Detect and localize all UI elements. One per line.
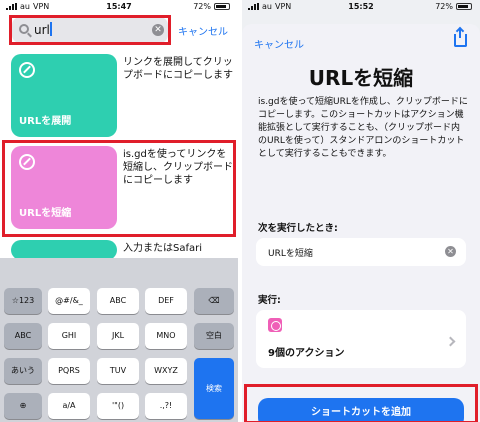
when-run-value: URLを短縮 bbox=[268, 249, 313, 259]
space-key[interactable]: 空白 bbox=[194, 323, 234, 349]
key-kana[interactable]: あいう bbox=[4, 358, 42, 384]
when-run-field[interactable]: URLを短縮 ✕ bbox=[256, 238, 466, 266]
compass-icon bbox=[19, 62, 35, 78]
run-label: 実行: bbox=[258, 295, 281, 306]
compass-icon bbox=[268, 318, 282, 332]
key-tuv[interactable]: TUV bbox=[97, 358, 139, 384]
page-title: URLを短縮 bbox=[308, 66, 414, 90]
backspace-key[interactable]: ⌫ bbox=[194, 288, 234, 314]
cancel-button[interactable]: キャンセル bbox=[254, 36, 304, 51]
highlight-box bbox=[244, 384, 478, 422]
share-icon[interactable] bbox=[454, 28, 467, 47]
battery-indicator: 72% bbox=[435, 2, 472, 11]
cancel-button[interactable]: キャンセル bbox=[178, 23, 228, 38]
clear-icon[interactable]: ✕ bbox=[445, 246, 456, 257]
shortcut-sheet: キャンセル URLを短縮 is.gdを使って短縮URLを作成し、クリップボードに… bbox=[242, 24, 480, 422]
search-key[interactable]: 検索 bbox=[194, 358, 234, 419]
key-quotes[interactable]: '"() bbox=[97, 393, 139, 419]
action-count: 9個のアクション bbox=[268, 348, 345, 359]
key-pqrs[interactable]: PQRS bbox=[48, 358, 90, 384]
shortcut-description: is.gdを使って短縮URLを作成し、クリップボードにコピーします。このショート… bbox=[258, 97, 468, 159]
status-bar: au VPN 15:47 72% bbox=[0, 0, 238, 14]
highlight-box bbox=[2, 140, 236, 237]
key-case[interactable]: a/A bbox=[48, 393, 90, 419]
shortcut-description: 入力またはSafari bbox=[123, 243, 203, 254]
key-numbers[interactable]: ☆123 bbox=[4, 288, 42, 314]
search-screen: au VPN 15:47 72% url ✕ キャンセル URLを展開 リンクを… bbox=[0, 0, 238, 422]
key-abc-mode[interactable]: ABC bbox=[4, 323, 42, 349]
key-mno[interactable]: MNO bbox=[145, 323, 187, 349]
actions-row[interactable]: 9個のアクション bbox=[256, 310, 466, 368]
key-symbols[interactable]: @#/&_ bbox=[48, 288, 90, 314]
shortcut-detail-screen: au VPN 15:52 72% キャンセル URLを短縮 is.gdを使って短… bbox=[242, 0, 480, 422]
globe-icon: ⊕ bbox=[19, 401, 27, 410]
globe-key[interactable]: ⊕ bbox=[4, 393, 42, 419]
key-jkl[interactable]: JKL bbox=[97, 323, 139, 349]
battery-percent: 72% bbox=[193, 2, 211, 11]
battery-icon bbox=[214, 3, 230, 10]
status-bar: au VPN 15:52 72% bbox=[242, 0, 480, 14]
keyboard: ☆123 @#/&_ ABC DEF ⌫ ABC GHI JKL MNO 空白 … bbox=[0, 258, 238, 422]
key-ghi[interactable]: GHI bbox=[48, 323, 90, 349]
key-wxyz[interactable]: WXYZ bbox=[145, 358, 187, 384]
battery-indicator: 72% bbox=[193, 2, 230, 11]
shortcut-title: URLを展開 bbox=[19, 116, 72, 127]
chevron-right-icon bbox=[445, 336, 456, 347]
shortcut-card[interactable]: URLを展開 bbox=[11, 54, 117, 137]
key-def[interactable]: DEF bbox=[145, 288, 187, 314]
battery-percent: 72% bbox=[435, 2, 453, 11]
shortcut-description: リンクを展開してクリップボードにコピーします bbox=[123, 57, 233, 81]
when-run-label: 次を実行したとき: bbox=[258, 223, 338, 234]
key-punct[interactable]: .,?! bbox=[145, 393, 187, 419]
battery-icon bbox=[456, 3, 472, 10]
shortcut-card[interactable] bbox=[11, 240, 117, 260]
key-abc[interactable]: ABC bbox=[97, 288, 139, 314]
search-highlight-box bbox=[9, 15, 171, 45]
